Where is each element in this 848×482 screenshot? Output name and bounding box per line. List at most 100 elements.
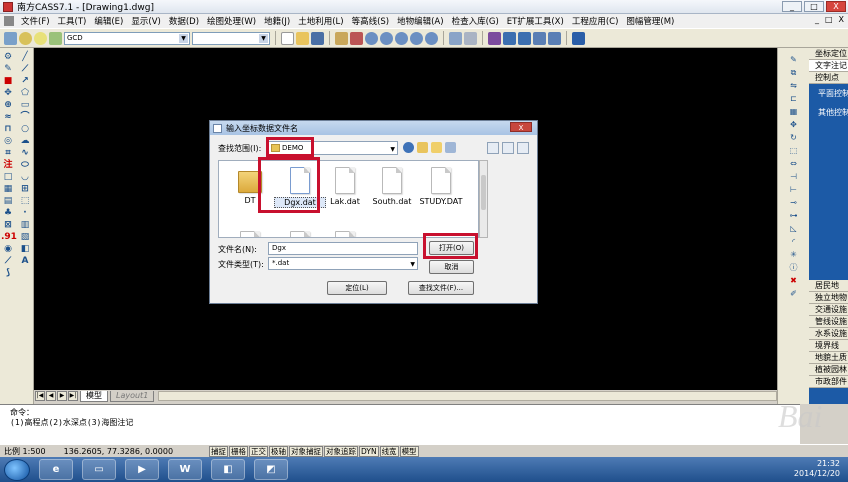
menu-contour[interactable]: 等高线(S) bbox=[348, 15, 394, 27]
cancel-button[interactable]: 取消 bbox=[429, 260, 474, 274]
file-item-partial[interactable] bbox=[224, 231, 276, 237]
circle-icon[interactable]: ○ bbox=[18, 124, 32, 135]
snap-icon[interactable] bbox=[533, 31, 546, 45]
layer-icon[interactable]: ✎ bbox=[1, 64, 15, 75]
erase-icon[interactable] bbox=[350, 31, 363, 45]
dyn-toggle[interactable]: DYN bbox=[359, 446, 379, 457]
target-icon[interactable]: ◉ bbox=[1, 244, 15, 255]
trim-icon[interactable]: ⊣ bbox=[788, 171, 800, 182]
cad-icon[interactable]: ◧ bbox=[211, 459, 245, 480]
annotation-icon[interactable]: 注 bbox=[1, 160, 15, 171]
make-block-icon[interactable]: ⬚ bbox=[18, 196, 32, 207]
fillet-icon[interactable]: ◜ bbox=[788, 236, 800, 247]
panel-item-vegetation[interactable]: 植被园林 bbox=[809, 364, 848, 376]
cass-icon[interactable]: ◩ bbox=[254, 459, 288, 480]
panel-link-plane-control[interactable]: 平面控制 bbox=[809, 84, 848, 103]
filename-input[interactable]: Dgx bbox=[268, 242, 418, 255]
grid-icon[interactable]: ▦ bbox=[1, 184, 15, 195]
panel-link-other-control[interactable]: 其他控制 bbox=[809, 103, 848, 122]
dialog-close-button[interactable]: X bbox=[510, 122, 532, 132]
gradient-icon[interactable]: ▧ bbox=[18, 232, 32, 243]
file-list-scrollbar[interactable] bbox=[479, 160, 488, 238]
polygon-icon[interactable]: ⬠ bbox=[18, 88, 32, 99]
menu-draw[interactable]: 绘图处理(W) bbox=[203, 15, 260, 27]
zoom-extents-icon[interactable] bbox=[410, 31, 423, 45]
mirror-icon[interactable]: ⇋ bbox=[788, 80, 800, 91]
details-icon[interactable] bbox=[517, 142, 529, 154]
chain-icon[interactable]: ⟆ bbox=[1, 268, 15, 279]
arc-icon[interactable]: ⌒ bbox=[18, 112, 32, 123]
explorer-icon[interactable]: ▭ bbox=[82, 459, 116, 480]
next-tab-icon[interactable]: ▶ bbox=[57, 391, 67, 401]
menu-view[interactable]: 显示(V) bbox=[127, 15, 164, 27]
menu-cadastre[interactable]: 地籍(J) bbox=[260, 15, 294, 27]
region-icon[interactable]: ◧ bbox=[18, 244, 32, 255]
copy-icon[interactable]: ⧉ bbox=[788, 67, 800, 78]
menu-feature-edit[interactable]: 地物编辑(A) bbox=[393, 15, 447, 27]
first-tab-icon[interactable]: |◀ bbox=[35, 391, 45, 401]
boundary-icon[interactable]: ⌗ bbox=[1, 148, 15, 159]
insert-block-icon[interactable]: ⊞ bbox=[18, 184, 32, 195]
look-in-select[interactable]: DEMO ▼ bbox=[268, 141, 398, 155]
menu-et-tools[interactable]: ET扩展工具(X) bbox=[503, 15, 568, 27]
otrack-toggle[interactable]: 对象追踪 bbox=[324, 446, 358, 457]
file-item[interactable]: South.dat bbox=[366, 167, 418, 206]
box-icon[interactable]: □ bbox=[1, 172, 15, 183]
extend-icon[interactable]: ⊢ bbox=[788, 184, 800, 195]
save-icon[interactable] bbox=[311, 31, 324, 45]
menu-edit[interactable]: 编辑(E) bbox=[90, 15, 127, 27]
info-icon[interactable]: ⓘ bbox=[788, 262, 800, 273]
panel-item-terrain[interactable]: 地貌土质 bbox=[809, 352, 848, 364]
hatch-icon[interactable]: ▤ bbox=[1, 196, 15, 207]
spline-icon[interactable]: ∿ bbox=[18, 148, 32, 159]
file-item[interactable]: Lak.dat bbox=[319, 167, 371, 206]
layer-select[interactable]: GCD ▼ bbox=[64, 31, 190, 45]
array-icon[interactable]: ▦ bbox=[788, 106, 800, 117]
contour-icon[interactable]: ◎ bbox=[1, 136, 15, 147]
snap-icon[interactable]: ✥ bbox=[1, 88, 15, 99]
chamfer-icon[interactable]: ◺ bbox=[788, 223, 800, 234]
zoom-out-icon[interactable] bbox=[380, 31, 393, 45]
doc-close-button[interactable]: X bbox=[839, 15, 844, 24]
stretch-icon[interactable]: ⇔ bbox=[788, 158, 800, 169]
locate-button[interactable]: 定位(L) bbox=[327, 281, 387, 295]
menu-landuse[interactable]: 土地利用(L) bbox=[294, 15, 347, 27]
up-folder-icon[interactable] bbox=[417, 142, 428, 153]
survey-icon[interactable]: ⚙ bbox=[1, 52, 15, 63]
scrollbar-thumb[interactable] bbox=[481, 175, 486, 210]
file-item-folder[interactable]: DT bbox=[224, 167, 276, 205]
join-icon[interactable]: ⊶ bbox=[788, 210, 800, 221]
doc-minimize-button[interactable]: _ bbox=[815, 15, 819, 24]
point-icon[interactable]: · bbox=[18, 208, 32, 219]
ellipse-icon[interactable]: ⬭ bbox=[18, 160, 32, 171]
undo-icon[interactable] bbox=[449, 31, 462, 45]
horizontal-scrollbar[interactable] bbox=[158, 391, 777, 401]
lineweight-toggle[interactable]: 线宽 bbox=[379, 446, 399, 457]
pan-icon[interactable] bbox=[518, 31, 531, 45]
back-icon[interactable] bbox=[403, 142, 414, 153]
elevation-icon[interactable]: .91 bbox=[1, 232, 17, 243]
break-icon[interactable]: ⊸ bbox=[788, 197, 800, 208]
zoom-in-icon[interactable] bbox=[365, 31, 378, 45]
media-icon[interactable]: ▶ bbox=[125, 459, 159, 480]
polar-toggle[interactable]: 极轴 bbox=[269, 446, 288, 457]
panel-item-pipeline[interactable]: 管线设施 bbox=[809, 316, 848, 328]
panel-item-independent[interactable]: 独立地物 bbox=[809, 292, 848, 304]
properties-icon[interactable] bbox=[488, 31, 501, 45]
find-file-button[interactable]: 查找文件(F)... bbox=[408, 281, 474, 295]
lock-icon[interactable] bbox=[49, 31, 62, 45]
panel-item-municipal[interactable]: 市政部件 bbox=[809, 376, 848, 388]
offset-icon[interactable]: ⊏ bbox=[788, 93, 800, 104]
grid-toggle[interactable]: 栅格 bbox=[229, 446, 248, 457]
panel-header[interactable]: 坐标定位 bbox=[809, 48, 848, 60]
redo-icon[interactable] bbox=[464, 31, 477, 45]
panel-item-residential[interactable]: 居民地 bbox=[809, 280, 848, 292]
node-icon[interactable]: ⊕ bbox=[1, 100, 15, 111]
layer-manager-icon[interactable] bbox=[4, 31, 17, 45]
last-tab-icon[interactable]: ▶| bbox=[68, 391, 78, 401]
color-select[interactable]: ▼ bbox=[192, 31, 270, 45]
system-clock[interactable]: 21:32 2014/12/20 bbox=[794, 459, 840, 479]
maximize-button[interactable]: □ bbox=[804, 1, 824, 12]
bridge-icon[interactable]: ⊓ bbox=[1, 124, 15, 135]
tree-icon[interactable]: ♣ bbox=[1, 208, 15, 219]
